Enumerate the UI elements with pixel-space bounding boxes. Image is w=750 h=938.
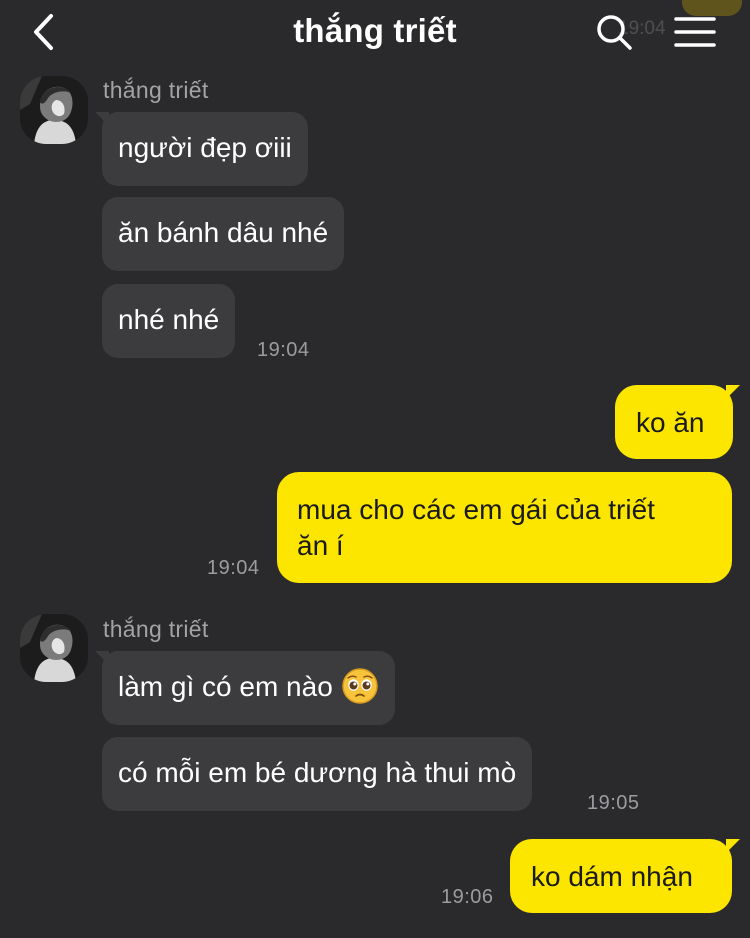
message-time: 19:05 xyxy=(587,792,640,814)
message-bubble-outgoing[interactable]: ko ăn xyxy=(615,385,733,459)
sender-name: thắng triết xyxy=(103,77,209,103)
chat-header: 19:04 thắng triết xyxy=(0,0,750,66)
message-bubble-incoming[interactable]: làm gì có em nào xyxy=(102,651,395,725)
message-time: 19:06 xyxy=(441,886,494,908)
message-text-line: ăn í xyxy=(297,530,344,561)
message-text: nhé nhé xyxy=(118,304,220,335)
pleading-face-emoji xyxy=(342,667,378,704)
contact-photo xyxy=(20,614,88,682)
bubble-tail xyxy=(726,839,740,853)
chat-title: thắng triết xyxy=(293,12,457,49)
search-icon xyxy=(597,15,632,50)
bubble-tail xyxy=(95,112,109,126)
message-text: ko ăn xyxy=(636,407,705,438)
message-bubble-outgoing[interactable]: mua cho các em gái của triết ăn í xyxy=(277,472,732,583)
search-button[interactable] xyxy=(592,10,636,54)
message-bubble-incoming[interactable]: nhé nhé xyxy=(102,284,236,358)
avatar[interactable] xyxy=(20,614,88,682)
message-text-line: mua cho các em gái của triết xyxy=(297,494,655,525)
menu-button[interactable] xyxy=(670,8,720,56)
bubble-tail xyxy=(95,651,109,665)
message-text: ăn bánh dâu nhé xyxy=(118,217,329,248)
message-bubble-incoming[interactable]: có mỗi em bé dương hà thui mò xyxy=(102,737,533,811)
bubble-tail xyxy=(726,385,740,399)
message-bubble-incoming[interactable]: ăn bánh dâu nhé xyxy=(102,197,345,271)
message-bubble-outgoing[interactable]: ko dám nhận xyxy=(510,839,732,913)
message-text: làm gì có em nào xyxy=(118,671,333,702)
message-time: 19:04 xyxy=(257,339,310,361)
contact-photo xyxy=(20,76,88,144)
message-text: có mỗi em bé dương hà thui mò xyxy=(118,757,517,788)
message-text: người đẹp ơiii xyxy=(118,132,292,163)
avatar[interactable] xyxy=(20,76,88,144)
hamburger-menu-icon xyxy=(674,17,716,47)
message-time: 19:04 xyxy=(207,557,260,579)
sender-name: thắng triết xyxy=(103,616,209,642)
message-bubble-incoming[interactable]: người đẹp ơiii xyxy=(102,112,308,186)
message-text: ko dám nhận xyxy=(531,861,693,892)
